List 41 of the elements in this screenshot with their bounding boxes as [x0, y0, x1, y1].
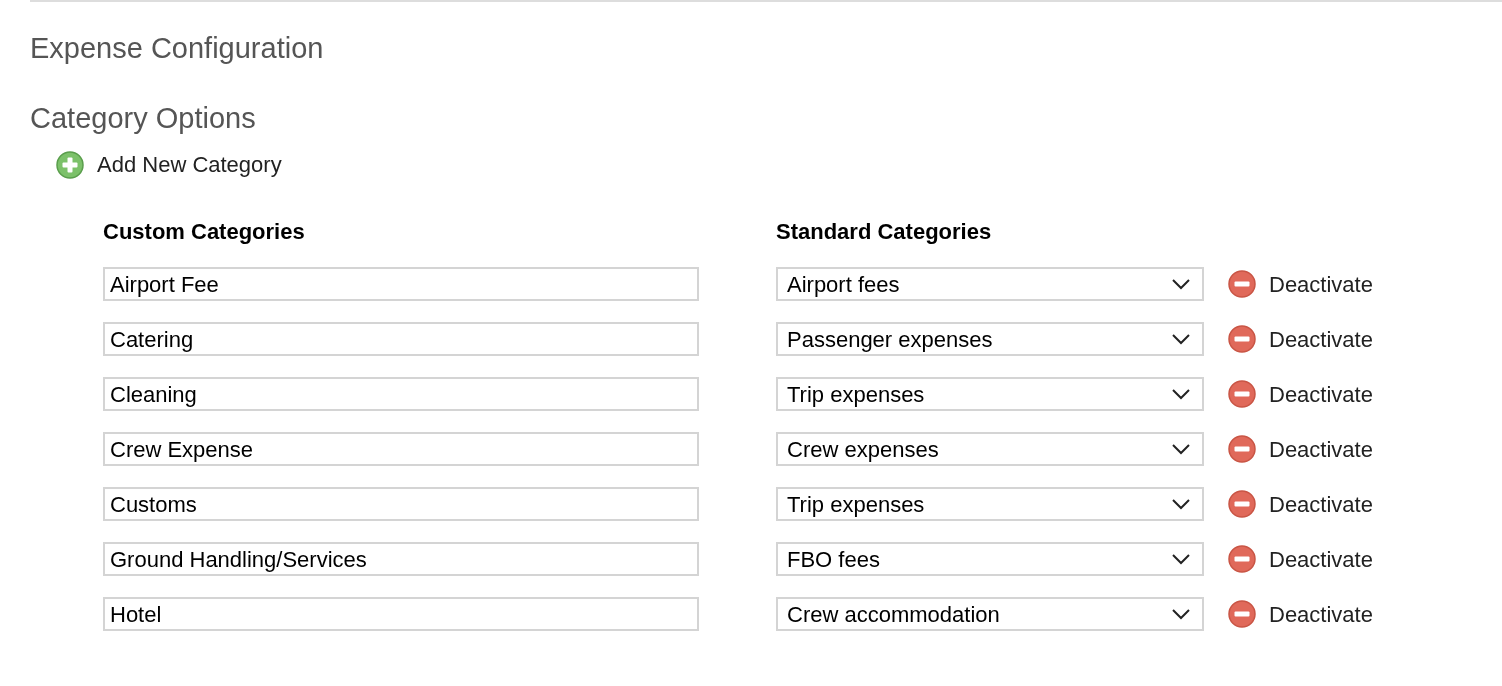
category-input-field[interactable]: Catering	[103, 322, 699, 356]
category-dropdown[interactable]: Trip expenses	[776, 487, 1204, 521]
section-title: Category Options	[30, 101, 256, 136]
category-input-field[interactable]: Hotel	[103, 597, 699, 631]
add-category-link[interactable]: Add New Category	[55, 150, 282, 180]
minus-icon	[1227, 269, 1257, 299]
chevron-down-icon	[1172, 608, 1190, 620]
category-input-field[interactable]: Ground Handling/Services	[103, 542, 699, 576]
category-input-field[interactable]: Airport Fee	[103, 267, 699, 301]
category-dropdown[interactable]: Crew accommodation	[776, 597, 1204, 631]
deactivate-button[interactable]: Deactivate	[1227, 487, 1373, 521]
minus-icon	[1227, 544, 1257, 574]
category-input-field[interactable]: Crew Expense	[103, 432, 699, 466]
chevron-down-icon	[1172, 443, 1190, 455]
chevron-down-icon	[1172, 333, 1190, 345]
category-dropdown[interactable]: Airport fees	[776, 267, 1204, 301]
deactivate-button[interactable]: Deactivate	[1227, 597, 1373, 631]
minus-icon	[1227, 324, 1257, 354]
deactivate-button[interactable]: Deactivate	[1227, 377, 1373, 411]
category-input-field[interactable]: Cleaning	[103, 377, 699, 411]
minus-icon	[1227, 379, 1257, 409]
category-dropdown[interactable]: FBO fees	[776, 542, 1204, 576]
chevron-down-icon	[1172, 498, 1190, 510]
chevron-down-icon	[1172, 278, 1190, 290]
chevron-down-icon	[1172, 388, 1190, 400]
minus-icon	[1227, 489, 1257, 519]
category-dropdown[interactable]: Passenger expenses	[776, 322, 1204, 356]
chevron-down-icon	[1172, 553, 1190, 565]
category-input-field[interactable]: Customs	[103, 487, 699, 521]
page-title: Expense Configuration	[30, 31, 324, 66]
deactivate-button[interactable]: Deactivate	[1227, 542, 1373, 576]
minus-icon	[1227, 434, 1257, 464]
deactivate-button[interactable]: Deactivate	[1227, 267, 1373, 301]
category-dropdown[interactable]: Crew expenses	[776, 432, 1204, 466]
deactivate-button[interactable]: Deactivate	[1227, 432, 1373, 466]
column-header: Standard Categories	[776, 218, 992, 246]
category-dropdown[interactable]: Trip expenses	[776, 377, 1204, 411]
plus-icon	[55, 150, 85, 180]
deactivate-button[interactable]: Deactivate	[1227, 322, 1373, 356]
minus-icon	[1227, 599, 1257, 629]
column-header: Custom Categories	[103, 218, 305, 246]
